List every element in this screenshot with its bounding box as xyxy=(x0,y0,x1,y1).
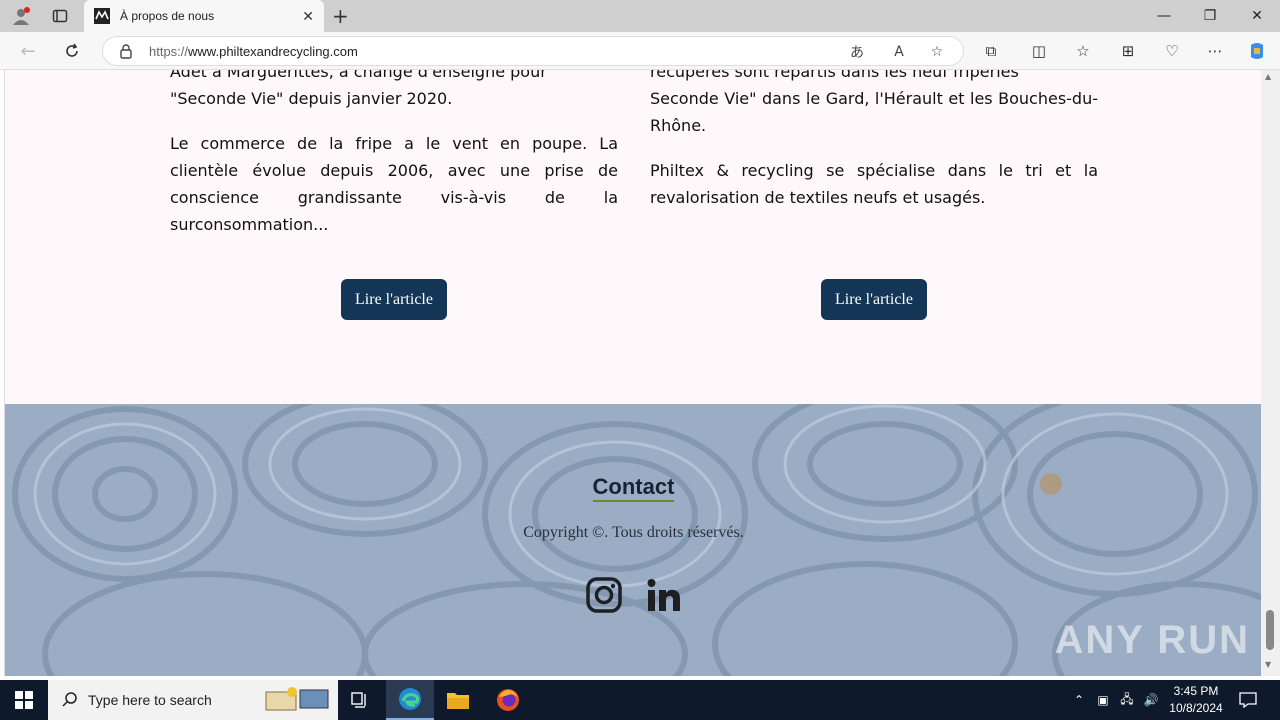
restore-icon[interactable]: ❐ xyxy=(1187,0,1233,32)
article-left-paragraph-1: "Seconde Vie" depuis janvier 2020. xyxy=(170,89,453,108)
file-explorer-icon[interactable] xyxy=(434,680,482,720)
firefox-icon[interactable] xyxy=(484,680,532,720)
site-favicon-icon xyxy=(94,8,110,24)
linkedin-icon[interactable] xyxy=(645,576,683,614)
extensions-icon[interactable]: ⧉ xyxy=(981,41,1001,61)
scroll-down-icon[interactable]: ▼ xyxy=(1265,660,1271,669)
more-menu-icon[interactable]: ⋯ xyxy=(1205,41,1225,61)
article-left: Adet à Marguerittes, a changé d'enseigne… xyxy=(170,70,618,256)
instagram-icon[interactable] xyxy=(585,576,623,614)
show-hidden-icons[interactable]: ⌃ xyxy=(1068,680,1090,720)
close-window-icon[interactable]: ✕ xyxy=(1234,0,1280,32)
address-bar[interactable]: https://www.philtexandrecycling.com あ A … xyxy=(102,36,964,66)
taskbar: Type here to search ⌃ ▣ 🖧 🔊 3:45 PM 10/8… xyxy=(0,680,1280,720)
page-viewport: Adet à Marguerittes, a changé d'enseigne… xyxy=(0,70,1280,680)
clock-date: 10/8/2024 xyxy=(1169,701,1223,715)
read-article-button-left[interactable]: Lire l'article xyxy=(341,279,447,320)
search-placeholder: Type here to search xyxy=(88,692,212,708)
copilot-icon[interactable] xyxy=(1247,41,1267,61)
minimize-icon[interactable]: — xyxy=(1141,0,1187,32)
split-screen-icon[interactable]: ◫ xyxy=(1029,41,1049,61)
windows-start-icon[interactable] xyxy=(0,680,48,720)
tab-title: À propos de nous xyxy=(120,9,215,23)
search-highlight-icon xyxy=(264,686,330,717)
url-text: https://www.philtexandrecycling.com xyxy=(149,44,358,59)
task-view-icon[interactable] xyxy=(336,680,384,720)
browser-toolbar: ← https://www.philtexandrecycling.com あ … xyxy=(0,32,1280,70)
read-article-button-right[interactable]: Lire l'article xyxy=(821,279,927,320)
favorite-star-icon[interactable]: ☆ xyxy=(927,42,947,62)
tab-actions-icon[interactable] xyxy=(49,5,71,27)
page-body: Adet à Marguerittes, a changé d'enseigne… xyxy=(4,70,1262,676)
taskbar-search-box[interactable]: Type here to search xyxy=(48,680,338,720)
article-right-paragraph-1: Seconde Vie" dans le Gard, l'Hérault et … xyxy=(650,89,1098,135)
volume-icon[interactable]: 🔊 xyxy=(1140,680,1162,720)
browser-essentials-icon[interactable]: ♡ xyxy=(1162,41,1182,61)
edge-taskbar-icon[interactable] xyxy=(386,680,434,720)
contact-link[interactable]: Contact xyxy=(5,474,1262,502)
article-left-paragraph-2: Le commerce de la fripe a le vent en pou… xyxy=(170,134,618,234)
close-tab-icon[interactable]: ✕ xyxy=(302,8,314,25)
copyright-text: Copyright ©. Tous droits réservés. xyxy=(523,524,744,541)
scrollbar-thumb[interactable] xyxy=(1266,610,1274,650)
clock-time: 3:45 PM xyxy=(1173,684,1219,698)
footer: Contact Copyright ©. Tous droits réservé… xyxy=(5,404,1262,676)
article-right-cut-line: récupérés sont répartis dans les neuf fr… xyxy=(650,70,1019,81)
favorites-icon[interactable]: ☆ xyxy=(1073,41,1093,61)
system-clock[interactable]: 3:45 PM 10/8/2024 xyxy=(1160,683,1232,717)
profile-icon[interactable] xyxy=(10,5,32,27)
notifications-icon[interactable] xyxy=(1234,680,1262,720)
article-right: récupérés sont répartis dans les neuf fr… xyxy=(650,70,1098,229)
anyrun-watermark: ANY RUN xyxy=(1054,618,1250,662)
article-left-cut-line: Adet à Marguerittes, a changé d'enseigne… xyxy=(170,70,547,81)
tab-bar: À propos de nous ✕ + — ❐ ✕ xyxy=(0,0,1280,32)
article-right-paragraph-2: Philtex & recycling se spécialise dans l… xyxy=(650,161,1098,207)
collections-icon[interactable]: ⊞ xyxy=(1118,41,1138,61)
network-icon[interactable]: 🖧 xyxy=(1116,680,1138,720)
page-scrollbar[interactable]: ▲ ▼ xyxy=(1261,70,1280,676)
refresh-icon[interactable] xyxy=(60,39,84,63)
translate-icon[interactable]: あ xyxy=(847,42,867,62)
scroll-up-icon[interactable]: ▲ xyxy=(1265,72,1271,81)
lock-icon[interactable] xyxy=(119,43,133,63)
tab-a-propos[interactable]: À propos de nous ✕ xyxy=(84,0,324,32)
read-aloud-icon[interactable]: A xyxy=(889,42,909,62)
back-icon[interactable]: ← xyxy=(16,39,40,63)
new-tab-button[interactable]: + xyxy=(332,4,349,28)
device-icon[interactable]: ▣ xyxy=(1092,680,1114,720)
search-icon xyxy=(62,691,78,710)
